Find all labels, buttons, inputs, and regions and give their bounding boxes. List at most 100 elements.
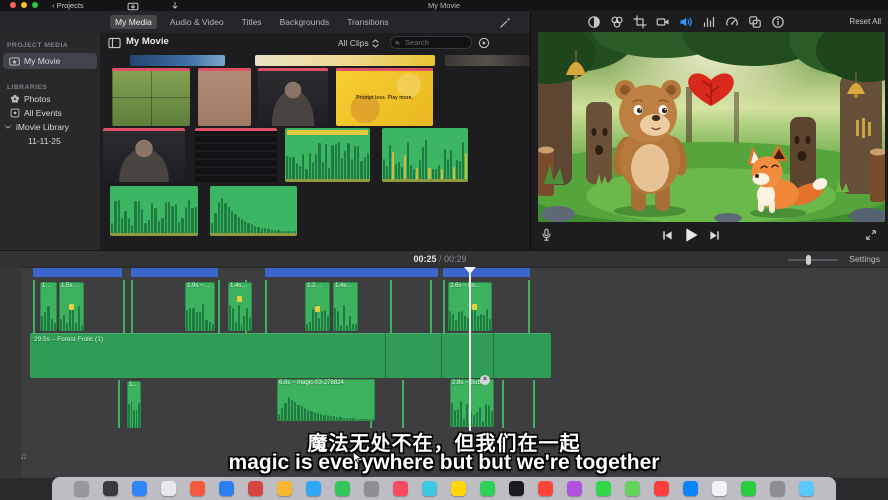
info-icon[interactable] — [771, 15, 785, 29]
dock-app-icon[interactable] — [103, 481, 118, 496]
dock-app-icon[interactable] — [683, 481, 698, 496]
audio-clip-thumbnail[interactable] — [382, 128, 468, 182]
color-balance-icon[interactable] — [587, 15, 601, 29]
caption-clip[interactable] — [443, 268, 530, 277]
timeline-clip[interactable]: 1… — [127, 381, 141, 428]
dock-app-icon[interactable] — [277, 481, 292, 496]
dock-app-icon[interactable] — [335, 481, 350, 496]
media-thumbnail-presenter[interactable] — [103, 128, 185, 182]
stabilization-camera-icon[interactable] — [656, 15, 670, 29]
sidebar-item-all-events[interactable]: All Events — [10, 106, 62, 120]
media-thumbnail-document[interactable] — [198, 68, 251, 126]
speed-icon[interactable] — [725, 15, 739, 29]
media-thumbnail-collage[interactable] — [112, 68, 190, 126]
effects-icon[interactable] — [748, 15, 762, 29]
reset-all-button[interactable]: Reset All — [849, 17, 881, 26]
tab-audio-video[interactable]: Audio & Video — [165, 15, 229, 29]
caption-clip[interactable] — [33, 268, 122, 277]
previous-frame-icon[interactable] — [662, 230, 673, 241]
dock-app-icon[interactable] — [509, 481, 524, 496]
sidebar-item-photos[interactable]: Photos — [10, 92, 50, 106]
dock-app-icon[interactable] — [74, 481, 89, 496]
color-correction-icon[interactable] — [610, 15, 624, 29]
dock-app-icon[interactable] — [190, 481, 205, 496]
dock-app-icon[interactable] — [596, 481, 611, 496]
timeline-ruler[interactable]: 00:25 / 00:29 Settings — [0, 251, 888, 268]
sidebar-toggle-icon[interactable] — [108, 37, 121, 49]
dock-app-icon[interactable] — [451, 481, 466, 496]
media-thumbnail[interactable] — [445, 55, 530, 66]
dock-app-icon[interactable] — [422, 481, 437, 496]
macos-dock[interactable] — [52, 477, 836, 500]
beat-marker[interactable] — [315, 306, 320, 312]
voiceover-mic-icon[interactable] — [540, 228, 553, 243]
audio-clip-thumbnail[interactable] — [110, 186, 198, 236]
clip-filter-dropdown[interactable]: All Clips — [338, 38, 379, 48]
media-thumbnail-presenter[interactable] — [258, 68, 328, 126]
search-input[interactable] — [403, 37, 467, 48]
caption-clip[interactable] — [265, 268, 438, 277]
dock-app-icon[interactable] — [538, 481, 553, 496]
dock-app-icon[interactable] — [654, 481, 669, 496]
beat-marker[interactable] — [69, 304, 74, 310]
tab-backgrounds[interactable]: Backgrounds — [275, 15, 335, 29]
media-thumbnail[interactable] — [130, 55, 225, 66]
media-thumbnail-promo[interactable]: Prompt less. Play more. — [336, 68, 433, 126]
dock-app-icon[interactable] — [770, 481, 785, 496]
timeline-clip[interactable]: 6.8s ~ magic-03-278824 — [277, 379, 375, 421]
dock-app-icon[interactable] — [712, 481, 727, 496]
timeline-zoom-slider[interactable] — [788, 259, 838, 261]
timeline-clip[interactable]: 1.4s… — [333, 282, 358, 331]
timeline-clip[interactable]: 1.2… — [305, 282, 330, 331]
timeline-clip[interactable]: 1.9s ~… — [185, 282, 215, 331]
noise-reduction-eq-icon[interactable] — [702, 15, 716, 29]
beat-marker[interactable] — [237, 296, 242, 302]
fullscreen-icon[interactable] — [865, 229, 877, 241]
dock-app-icon[interactable] — [393, 481, 408, 496]
dock-app-icon[interactable] — [219, 481, 234, 496]
slider-knob[interactable] — [806, 255, 811, 265]
dock-app-icon[interactable] — [625, 481, 640, 496]
dock-app-icon[interactable] — [132, 481, 147, 496]
dock-app-icon[interactable] — [567, 481, 582, 496]
timeline-clip[interactable]: 1.5s… — [59, 282, 84, 331]
play-icon[interactable] — [683, 227, 699, 243]
dock-app-icon[interactable] — [799, 481, 814, 496]
clip-mute-badge[interactable]: × — [480, 375, 490, 385]
video-preview[interactable] — [538, 32, 885, 222]
caption-clip[interactable] — [131, 268, 218, 277]
dock-app-icon[interactable] — [306, 481, 321, 496]
dock-app-icon[interactable] — [480, 481, 495, 496]
dock-app-icon[interactable] — [248, 481, 263, 496]
background-music-clip[interactable]: 29.5s – Forest Frolic (1) — [30, 333, 551, 378]
audio-clip-thumbnail[interactable] — [210, 186, 297, 236]
crop-icon[interactable] — [633, 15, 647, 29]
timeline-clip[interactable]: 2.8s ~ Bub… — [450, 379, 494, 427]
dock-app-icon[interactable] — [161, 481, 176, 496]
audio-clip-thumbnail[interactable] — [285, 128, 370, 182]
dock-app-icon[interactable] — [364, 481, 379, 496]
timeline-clip[interactable]: 1.4s… — [228, 282, 252, 331]
tab-my-media[interactable]: My Media — [110, 15, 157, 29]
sidebar-item-imovie-library[interactable]: iMovie Library — [4, 120, 69, 134]
timeline-clip[interactable]: 1… — [40, 282, 57, 331]
sidebar-item-event-date[interactable]: 11-11-25 — [28, 134, 61, 148]
next-frame-icon[interactable] — [709, 230, 720, 241]
tab-transitions[interactable]: Transitions — [342, 15, 393, 29]
timeline-settings-button[interactable]: Settings — [849, 254, 880, 264]
close-window-button[interactable] — [10, 2, 16, 8]
search-field[interactable] — [390, 36, 472, 49]
media-thumbnail-screen-recording[interactable] — [195, 128, 277, 182]
zoom-window-button[interactable] — [32, 2, 38, 8]
dock-app-icon[interactable] — [741, 481, 756, 496]
tab-titles[interactable]: Titles — [237, 15, 267, 29]
playhead-marker[interactable] — [464, 267, 476, 274]
minimize-window-button[interactable] — [21, 2, 27, 8]
sidebar-item-my-movie[interactable]: My Movie — [3, 53, 97, 69]
download-arrow-icon[interactable] — [170, 1, 180, 11]
playhead[interactable] — [469, 267, 471, 431]
beat-marker[interactable] — [472, 304, 477, 310]
volume-icon[interactable] — [679, 15, 693, 29]
import-media-icon[interactable] — [127, 2, 139, 11]
back-to-projects-button[interactable]: ‹ Projects — [52, 1, 84, 10]
